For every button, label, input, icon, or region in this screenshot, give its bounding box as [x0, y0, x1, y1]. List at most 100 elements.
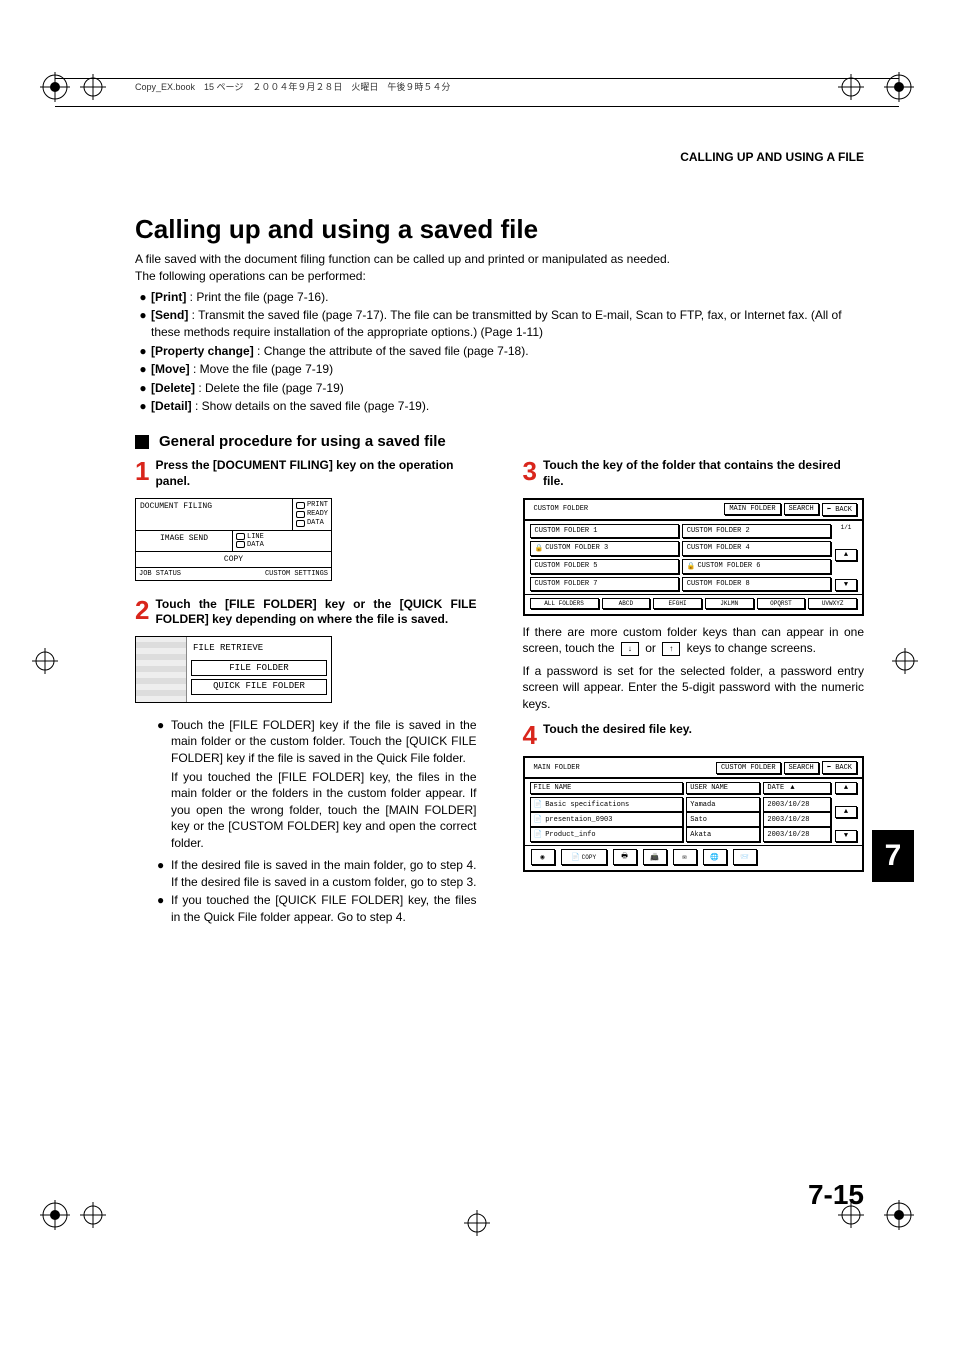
step-number-4: 4 — [523, 722, 537, 748]
operation-label: [Move] — [151, 362, 190, 376]
alpha-tab[interactable]: ALL FOLDERS — [530, 598, 599, 609]
bullet-icon: ● — [157, 857, 171, 890]
mode-icon-3[interactable]: 📠 — [643, 849, 667, 865]
bullet-icon: ● — [135, 289, 151, 306]
alpha-tab[interactable]: ABCD — [602, 598, 651, 609]
folder-name: CUSTOM FOLDER 4 — [687, 544, 750, 552]
operation-item: ●[Move] : Move the file (page 7-19) — [135, 361, 864, 378]
step-3-note-1: If there are more custom folder keys tha… — [523, 624, 865, 657]
file-icon: 📄 — [534, 815, 543, 824]
bullet-icon: ● — [157, 717, 171, 767]
folder-key[interactable]: CUSTOM FOLDER 4 — [682, 541, 831, 556]
mode-icons-row: ◉ 📄COPY 🖶 📠 ✉ 🌐 📨 — [525, 845, 863, 870]
folder-key[interactable]: CUSTOM FOLDER 1 — [530, 524, 679, 538]
file-row[interactable]: 📄Basic specificationsYamada2003/10/28 — [530, 797, 832, 812]
led-ready: READY — [307, 510, 328, 519]
mode-icon-5[interactable]: 🌐 — [703, 849, 727, 865]
mf-scroll-up2-button[interactable]: ▲ — [835, 806, 857, 818]
operation-label: [Send] — [151, 308, 188, 322]
file-row[interactable]: 📄presentaion_0903Sato2003/10/28 — [530, 812, 832, 827]
mf-title: MAIN FOLDER — [530, 763, 713, 773]
operation-desc: : Show details on the saved file (page 7… — [192, 399, 429, 413]
folder-name: CUSTOM FOLDER 1 — [535, 527, 598, 535]
back-label: BACK — [835, 506, 852, 514]
copy-label: COPY — [582, 854, 596, 861]
mode-icon-2[interactable]: 🖶 — [613, 849, 637, 865]
file-name-text: Product_info — [545, 831, 595, 839]
led-print: PRINT — [307, 501, 328, 510]
folder-key[interactable]: CUSTOM FOLDER 7 — [530, 577, 679, 591]
back-button[interactable]: ⬅ BACK — [822, 503, 857, 516]
alpha-tab[interactable]: UVWXYZ — [808, 598, 857, 609]
scroll-up-button[interactable]: ▲ — [835, 549, 857, 561]
copy-mode-icon[interactable]: 📄COPY — [561, 849, 607, 865]
file-name-text: Basic specifications — [545, 801, 629, 809]
mf-back-button[interactable]: ⬅ BACK — [822, 761, 857, 774]
file-folder-button[interactable]: FILE FOLDER — [191, 660, 327, 676]
chapter-tab: 7 — [872, 830, 914, 882]
book-header: Copy_EX.book 15 ページ ２００４年９月２８日 火曜日 午後９時５… — [135, 80, 864, 95]
mode-icon[interactable]: ◉ — [531, 849, 555, 865]
step-number-3: 3 — [523, 458, 537, 484]
date-cell: 2003/10/28 — [763, 797, 831, 812]
df-copy: COPY — [136, 552, 331, 568]
mode-icon-4[interactable]: ✉ — [673, 849, 697, 865]
alpha-tab[interactable]: JKLMN — [705, 598, 754, 609]
user-name-cell: Sato — [686, 812, 760, 827]
mf-scroll-up-button[interactable]: ▲ — [835, 782, 857, 794]
lock-icon: 🔒 — [535, 544, 544, 553]
bullet-icon: ● — [135, 380, 151, 397]
led-data2: DATA — [247, 541, 264, 549]
operation-item: ●[Print] : Print the file (page 7-16). — [135, 289, 864, 306]
folder-key[interactable]: 🔒CUSTOM FOLDER 6 — [682, 559, 831, 574]
step-2-note-continuation: If you touched the [FILE FOLDER] key, th… — [171, 769, 477, 852]
folder-name: CUSTOM FOLDER 6 — [697, 562, 760, 570]
main-folder-screen: MAIN FOLDER CUSTOM FOLDER SEARCH ⬅ BACK … — [523, 756, 865, 872]
lock-icon: 🔒 — [687, 562, 696, 571]
file-name-cell: 📄presentaion_0903 — [530, 812, 684, 827]
file-name-cell: 📄Basic specifications — [530, 797, 684, 812]
file-row[interactable]: 📄Product_infoAkata2003/10/28 — [530, 827, 832, 842]
operation-desc: : Transmit the saved file (page 7-17). T… — [151, 308, 842, 339]
file-name-cell: 📄Product_info — [530, 827, 684, 842]
col-file-name[interactable]: FILE NAME — [530, 782, 684, 794]
folder-name: CUSTOM FOLDER 2 — [687, 527, 750, 535]
col-date[interactable]: DATE ▲ — [763, 782, 831, 794]
step-2-notes: ●Touch the [FILE FOLDER] key if the file… — [135, 717, 477, 926]
date-cell: 2003/10/28 — [763, 827, 831, 842]
led-data: DATA — [307, 519, 324, 528]
mf-search-button[interactable]: SEARCH — [784, 762, 819, 774]
subhead-text: General procedure for using a saved file — [159, 433, 446, 450]
file-name-text: presentaion_0903 — [545, 816, 612, 824]
mf-scroll-down-button[interactable]: ▼ — [835, 830, 857, 842]
folder-name: CUSTOM FOLDER 8 — [687, 580, 750, 588]
operation-desc: : Change the attribute of the saved file… — [254, 344, 529, 358]
step-4-title: Touch the desired file key. — [543, 722, 692, 738]
col-user-name[interactable]: USER NAME — [686, 782, 760, 794]
quick-file-folder-button[interactable]: QUICK FILE FOLDER — [191, 679, 327, 695]
scroll-down-button[interactable]: ▼ — [835, 579, 857, 591]
operation-item: ●[Detail] : Show details on the saved fi… — [135, 398, 864, 415]
custom-folder-button[interactable]: CUSTOM FOLDER — [716, 762, 781, 774]
mode-icon-6[interactable]: 📨 — [733, 849, 757, 865]
up-key-icon: ↑ — [662, 642, 680, 656]
operation-item: ●[Property change] : Change the attribut… — [135, 343, 864, 360]
operation-desc: : Move the file (page 7-19) — [190, 362, 333, 376]
folder-key[interactable]: CUSTOM FOLDER 8 — [682, 577, 831, 591]
note-text: If you touched the [QUICK FILE FOLDER] k… — [171, 892, 477, 925]
folder-key[interactable]: 🔒CUSTOM FOLDER 3 — [530, 541, 679, 556]
alpha-tab[interactable]: EFGHI — [653, 598, 702, 609]
page-number: 7-15 — [808, 1179, 864, 1211]
bullet-icon: ● — [135, 307, 151, 324]
step-2-note: ●Touch the [FILE FOLDER] key if the file… — [157, 717, 477, 767]
main-folder-button[interactable]: MAIN FOLDER — [724, 503, 780, 515]
step-2-note: ●If the desired file is saved in the mai… — [157, 857, 477, 890]
alpha-tab[interactable]: OPQRST — [757, 598, 806, 609]
search-button[interactable]: SEARCH — [784, 503, 819, 515]
folder-key[interactable]: CUSTOM FOLDER 5 — [530, 559, 679, 574]
step-3-note-2: If a password is set for the selected fo… — [523, 663, 865, 713]
user-name-cell: Akata — [686, 827, 760, 842]
section-subhead: General procedure for using a saved file — [135, 433, 864, 450]
folder-key[interactable]: CUSTOM FOLDER 2 — [682, 524, 831, 538]
folder-grid: CUSTOM FOLDER 1CUSTOM FOLDER 2🔒CUSTOM FO… — [530, 524, 832, 591]
